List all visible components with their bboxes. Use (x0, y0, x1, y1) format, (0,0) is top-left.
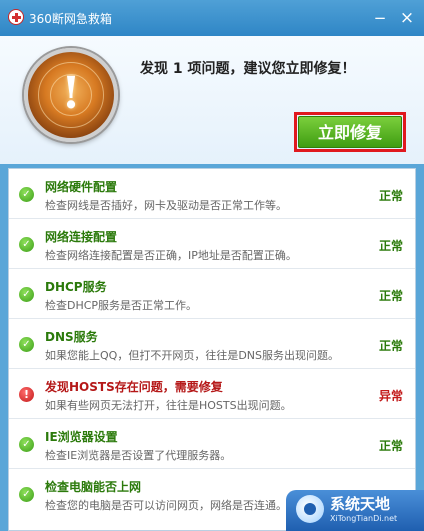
check-title: 发现HOSTS存在问题，需要修复 (45, 380, 223, 394)
check-desc: 检查网线是否插好，网卡及驱动是否正常工作等。 (45, 199, 287, 212)
minimize-button[interactable]: − (370, 8, 390, 28)
watermark-url: XiTongTianDi.net (330, 514, 398, 523)
check-status: 异常 (379, 389, 404, 403)
diagnosis-headline: 发现 1 项问题，建议您立即修复！ (140, 61, 356, 77)
watermark-logo-icon (296, 495, 324, 523)
check-ok-icon: ✓ (19, 287, 34, 302)
window-title: 360断网急救箱 (29, 12, 112, 26)
check-status: 正常 (379, 189, 404, 203)
check-title: 网络连接配置 (45, 230, 118, 244)
check-title: DNS服务 (45, 330, 98, 344)
check-row-connection[interactable]: ✓ 网络连接配置 检查网络连接配置是否正确，IP地址是否配置正确。 正常 (9, 219, 415, 269)
radar-warning-icon: ! (24, 48, 118, 142)
check-status: 正常 (379, 239, 404, 253)
check-ok-icon: ✓ (19, 337, 34, 352)
check-status: 正常 (379, 439, 404, 453)
fix-button-highlight: 立即修复 (294, 112, 406, 152)
site-watermark: 系统天地 XiTongTianDi.net (286, 490, 424, 531)
check-row-ie[interactable]: ✓ IE浏览器设置 检查IE浏览器是否设置了代理服务器。 正常 (9, 419, 415, 469)
check-ok-icon: ✓ (19, 237, 34, 252)
check-title: DHCP服务 (45, 280, 107, 294)
check-status: 正常 (379, 289, 404, 303)
check-status: 正常 (379, 339, 404, 353)
check-desc: 如果您能上QQ，但打不开网页，往往是DNS服务出现问题。 (45, 349, 339, 362)
check-ok-icon: ✓ (19, 437, 34, 452)
check-row-dhcp[interactable]: ✓ DHCP服务 检查DHCP服务是否正常工作。 正常 (9, 269, 415, 319)
diagnosis-header: ! 发现 1 项问题，建议您立即修复！ 立即修复 (0, 36, 424, 164)
check-desc: 检查DHCP服务是否正常工作。 (45, 299, 198, 312)
check-row-hosts[interactable]: ! 发现HOSTS存在问题，需要修复 如果有些网页无法打开，往往是HOSTS出现… (9, 369, 415, 419)
check-desc: 检查您的电脑是否可以访问网页，网络是否连通。 (45, 499, 287, 512)
check-desc: 检查网络连接配置是否正确，IP地址是否配置正确。 (45, 249, 297, 262)
check-title: IE浏览器设置 (45, 430, 118, 444)
close-button[interactable]: × (397, 8, 417, 28)
fix-now-button[interactable]: 立即修复 (298, 116, 402, 148)
check-desc: 如果有些网页无法打开，往往是HOSTS出现问题。 (45, 399, 292, 412)
check-ok-icon: ✓ (19, 487, 34, 502)
check-desc: 检查IE浏览器是否设置了代理服务器。 (45, 449, 232, 462)
title-bar: 360断网急救箱 − × (0, 0, 424, 36)
exclamation-icon: ! (61, 68, 81, 119)
check-row-dns[interactable]: ✓ DNS服务 如果您能上QQ，但打不开网页，往往是DNS服务出现问题。 正常 (9, 319, 415, 369)
check-title: 网络硬件配置 (45, 180, 118, 194)
check-row-hardware[interactable]: ✓ 网络硬件配置 检查网线是否插好，网卡及驱动是否正常工作等。 正常 (9, 169, 415, 219)
check-error-icon: ! (19, 387, 34, 402)
check-title: 检查电脑能否上网 (45, 480, 142, 494)
check-list: ✓ 网络硬件配置 检查网线是否插好，网卡及驱动是否正常工作等。 正常 ✓ 网络连… (8, 168, 416, 531)
app-cross-icon (8, 9, 24, 25)
watermark-title: 系统天地 (330, 495, 391, 513)
check-ok-icon: ✓ (19, 187, 34, 202)
